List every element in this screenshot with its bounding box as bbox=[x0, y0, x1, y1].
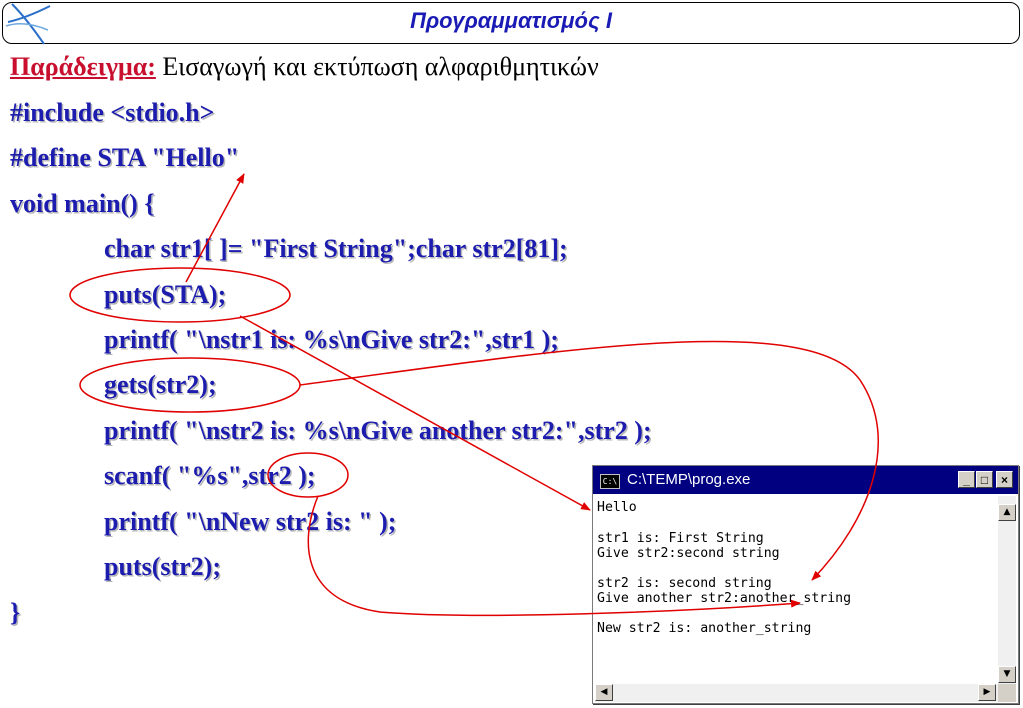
gets-highlight bbox=[79, 357, 301, 413]
arrow-to-hello-output bbox=[239, 315, 591, 511]
arrow-to-define bbox=[185, 173, 245, 283]
arrow-to-second-string bbox=[299, 340, 880, 581]
puts-sta-highlight bbox=[69, 267, 291, 323]
annotation-overlay bbox=[69, 173, 880, 617]
scanf-str2-highlight bbox=[267, 452, 349, 498]
arrow-to-another-string bbox=[307, 495, 801, 617]
